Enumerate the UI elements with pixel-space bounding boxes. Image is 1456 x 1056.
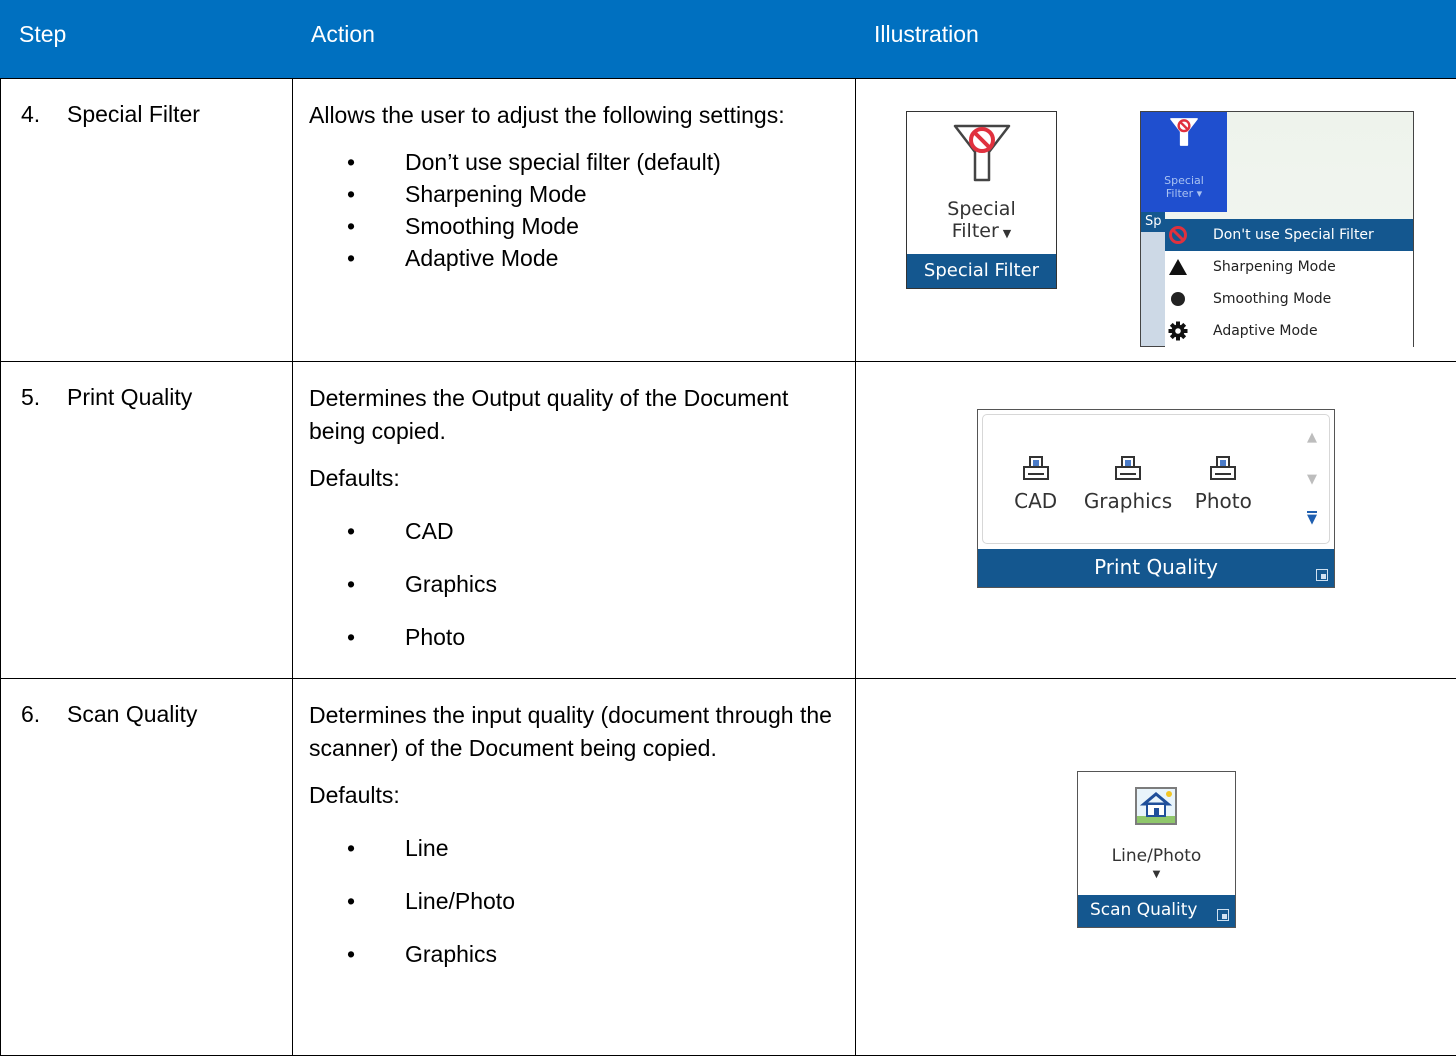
action-cell: Determines the input quality (document t… xyxy=(293,679,856,1056)
circle-icon xyxy=(1165,290,1191,308)
action-intro: Determines the Output quality of the Doc… xyxy=(309,382,835,448)
list-item: Adaptive Mode xyxy=(309,242,835,274)
filter-no-icon xyxy=(947,120,1017,194)
table-row: 6.Scan Quality Determines the input qual… xyxy=(1,679,1456,1056)
header-illustration: Illustration xyxy=(856,1,1456,79)
defaults-label: Defaults: xyxy=(309,779,835,812)
action-intro: Allows the user to adjust the following … xyxy=(309,99,835,132)
launcher-icon[interactable] xyxy=(1217,909,1229,921)
triangle-icon xyxy=(1165,258,1191,276)
scan-quality-ribbon-group: Line/Photo ▼ Scan Quality xyxy=(1077,771,1236,928)
list-item: Graphics xyxy=(309,568,835,600)
printer-icon xyxy=(1022,468,1050,487)
launcher-icon[interactable] xyxy=(1316,569,1328,581)
special-filter-ribbon-group: Special Filter ▼ Special Filter xyxy=(906,111,1057,289)
list-item: Smoothing Mode xyxy=(309,210,835,242)
special-filter-button-label[interactable]: Special xyxy=(907,198,1056,220)
special-filter-button-label-2[interactable]: Filter xyxy=(952,220,999,242)
menu-item-label: Smoothing Mode xyxy=(1213,291,1331,307)
step-cell: 6.Scan Quality xyxy=(1,679,293,1056)
print-quality-gallery: CAD Graphics Photo ▲ ▼ ▼ xyxy=(982,414,1330,544)
printer-icon xyxy=(1114,468,1142,487)
menu-item-smoothing[interactable]: Smoothing Mode xyxy=(1165,283,1413,315)
action-intro: Determines the input quality (document t… xyxy=(309,699,835,765)
menu-item-label: Sharpening Mode xyxy=(1213,259,1336,275)
special-filter-group-label: Special Filter xyxy=(907,254,1056,288)
print-quality-group-text: Print Quality xyxy=(1094,555,1218,579)
header-row: Step Action Illustration xyxy=(1,1,1456,79)
defaults-label: Defaults: xyxy=(309,462,835,495)
scan-quality-group-text: Scan Quality xyxy=(1090,900,1197,920)
menu-group-label-fragment: Sp xyxy=(1141,212,1165,232)
illustration-cell: Line/Photo ▼ Scan Quality xyxy=(856,679,1456,1056)
gear-icon xyxy=(1165,321,1191,341)
scan-quality-group-label: Scan Quality xyxy=(1078,895,1235,927)
option-list: CAD Graphics Photo xyxy=(309,515,835,653)
step-title: Special Filter xyxy=(67,101,200,127)
print-option-label: Photo xyxy=(1185,489,1261,513)
special-filter-dropdown-menu: Don't use Special Filter Sharpening Mode… xyxy=(1165,219,1413,347)
action-cell: Determines the Output quality of the Doc… xyxy=(293,362,856,679)
dropdown-arrow-icon[interactable]: ▼ xyxy=(1003,227,1011,240)
print-quality-group-label: Print Quality xyxy=(978,549,1334,587)
ribbon-edge xyxy=(1141,232,1165,346)
menu-item-adaptive[interactable]: Adaptive Mode xyxy=(1165,315,1413,347)
illustration-cell: Special Filter ▼ Special Filter xyxy=(856,79,1456,362)
option-list: Don’t use special filter (default) Sharp… xyxy=(309,146,835,274)
print-quality-ribbon-group: CAD Graphics Photo ▲ ▼ ▼ xyxy=(977,409,1335,588)
step-cell: 5.Print Quality xyxy=(1,362,293,679)
special-filter-menu-screenshot: Special Filter ▾ Sp Don't use Special Fi… xyxy=(1140,111,1414,347)
house-photo-icon xyxy=(1134,786,1178,830)
list-item: Line/Photo xyxy=(309,885,835,917)
list-item: Sharpening Mode xyxy=(309,178,835,210)
option-list: Line Line/Photo Graphics xyxy=(309,832,835,970)
scroll-up-icon[interactable]: ▲ xyxy=(1307,431,1317,444)
menu-item-label: Adaptive Mode xyxy=(1213,323,1318,339)
list-item: CAD xyxy=(309,515,835,547)
header-action: Action xyxy=(293,1,856,79)
step-title: Scan Quality xyxy=(67,701,197,727)
special-filter-button-pressed[interactable]: Special Filter ▾ xyxy=(1141,112,1227,212)
scan-quality-button-label[interactable]: Line/Photo xyxy=(1078,846,1235,866)
instruction-table: Step Action Illustration 4.Special Filte… xyxy=(0,0,1456,1056)
illustration-cell: CAD Graphics Photo ▲ ▼ ▼ xyxy=(856,362,1456,679)
menu-item-dont-use[interactable]: Don't use Special Filter xyxy=(1165,219,1413,251)
printer-icon xyxy=(1209,468,1237,487)
print-option-graphics[interactable]: Graphics xyxy=(1078,415,1178,543)
list-item: Don’t use special filter (default) xyxy=(309,146,835,178)
print-option-label: CAD xyxy=(1001,489,1071,513)
step-number: 5. xyxy=(21,384,67,411)
dropdown-arrow-icon[interactable]: ▼ xyxy=(1078,869,1235,880)
header-step: Step xyxy=(1,1,293,79)
prohibited-icon xyxy=(1165,225,1191,245)
menu-button-label: Special xyxy=(1141,174,1227,187)
menu-button-label-2: Filter xyxy=(1166,187,1193,200)
step-number: 4. xyxy=(21,101,67,128)
list-item: Line xyxy=(309,832,835,864)
action-cell: Allows the user to adjust the following … xyxy=(293,79,856,362)
print-option-label: Graphics xyxy=(1078,489,1178,513)
step-cell: 4.Special Filter xyxy=(1,79,293,362)
list-item: Photo xyxy=(309,621,835,653)
list-item: Graphics xyxy=(309,938,835,970)
print-option-cad[interactable]: CAD xyxy=(1001,415,1071,543)
gallery-more-icon[interactable]: ▼ xyxy=(1307,511,1317,526)
scroll-down-icon[interactable]: ▼ xyxy=(1307,473,1317,486)
table-row: 4.Special Filter Allows the user to adju… xyxy=(1,79,1456,362)
menu-item-sharpening[interactable]: Sharpening Mode xyxy=(1165,251,1413,283)
filter-no-icon xyxy=(1167,116,1201,154)
menu-item-label: Don't use Special Filter xyxy=(1213,227,1374,243)
print-option-photo[interactable]: Photo xyxy=(1185,415,1261,543)
step-title: Print Quality xyxy=(67,384,192,410)
table-row: 5.Print Quality Determines the Output qu… xyxy=(1,362,1456,679)
step-number: 6. xyxy=(21,701,67,728)
